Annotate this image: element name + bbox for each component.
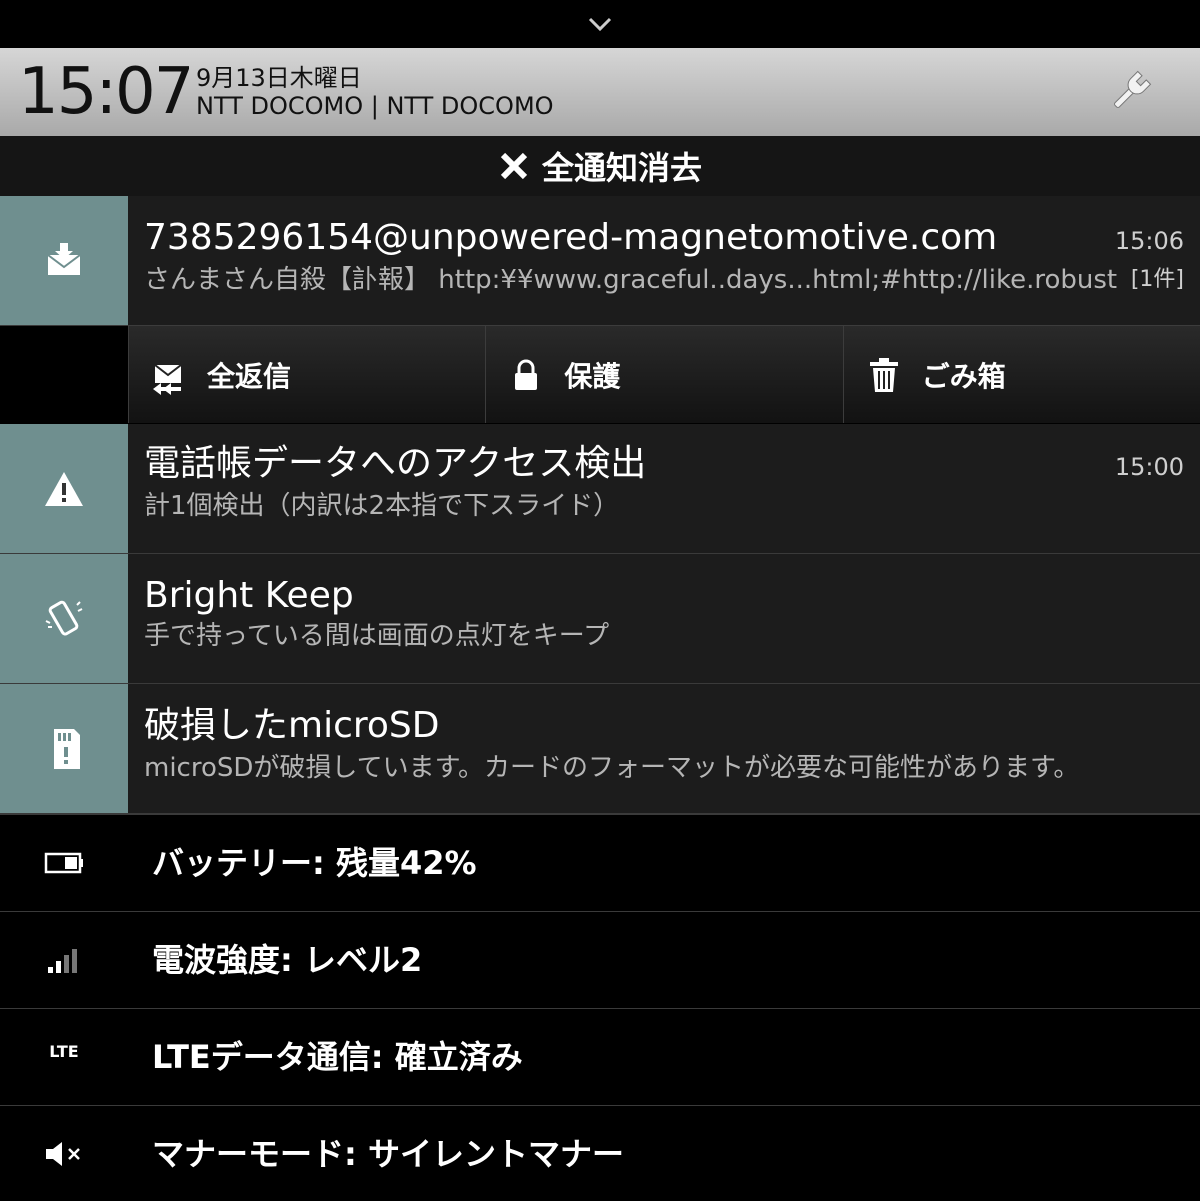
status-icon: LTE (40, 1031, 88, 1071)
notification-title: 破損したmicroSD (144, 705, 440, 746)
notification-icon-box (0, 424, 128, 553)
clear-all-button[interactable]: 全通知消去 (0, 136, 1200, 197)
mail-count: [1件] (1130, 267, 1184, 292)
notification-time: 15:06 (1114, 227, 1184, 255)
protect-label: 保護 (564, 359, 621, 393)
notification-bright-keep[interactable]: Bright Keep 手で持っている間は画面の点灯をキープ (0, 554, 1200, 684)
panel-handle[interactable] (0, 0, 1200, 48)
status-battery[interactable]: バッテリー: 残量42% (0, 814, 1200, 911)
reply-all-icon (153, 363, 182, 395)
battery-icon (44, 852, 83, 874)
notification-mail[interactable]: 7385296154@unpowered-magnetomotive.com 1… (0, 196, 1200, 326)
notification-title: 電話帳データへのアクセス検出 (144, 443, 647, 484)
phone-vibrate-icon (45, 600, 83, 636)
clock: 15:07 (18, 55, 194, 129)
status-header: 15:07 9月13日木曜日 NTT DOCOMO | NTT DOCOMO (0, 48, 1200, 136)
status-icon (40, 940, 88, 980)
status-icon (40, 1134, 88, 1174)
carrier-label: NTT DOCOMO | NTT DOCOMO (196, 92, 554, 120)
wrench-icon[interactable] (1106, 68, 1154, 116)
notification-subtitle: 計1個検出（内訳は2本指で下スライド） (144, 491, 620, 521)
notification-microsd[interactable]: 破損したmicroSD microSDが破損しています。カードのフォーマットが必… (0, 684, 1200, 814)
date-label: 9月13日木曜日 (196, 64, 362, 92)
lock-icon (515, 359, 538, 390)
trash-icon (869, 357, 898, 392)
notification-icon-box (0, 684, 128, 813)
clear-all-label: 全通知消去 (541, 149, 702, 187)
notification-access-detection[interactable]: 電話帳データへのアクセス検出 15:00 計1個検出（内訳は2本指で下スライド） (0, 424, 1200, 554)
status-signal[interactable]: 電波強度: レベル2 (0, 911, 1200, 1008)
notification-subtitle: 手で持っている間は画面の点灯をキープ (144, 621, 610, 651)
notification-time: 15:00 (1114, 453, 1184, 481)
status-icon (40, 843, 88, 883)
status-label: マナーモード: サイレントマナー (152, 1135, 624, 1173)
status-label: LTEデータ通信: 確立済み (152, 1038, 523, 1076)
protect-button[interactable]: 保護 (485, 325, 843, 423)
status-lte[interactable]: LTE LTEデータ通信: 確立済み (0, 1008, 1200, 1105)
mail-icon (47, 242, 81, 275)
mail-actions: 全返信 保護 ごみ箱 (128, 325, 1200, 423)
notification-icon-box (0, 196, 128, 325)
notification-title: 7385296154@unpowered-magnetomotive.com (144, 217, 998, 258)
reply-all-label: 全返信 (207, 359, 292, 393)
status-label: バッテリー: 残量42% (152, 844, 477, 882)
notification-subtitle: さんまさん自殺【訃報】 http:¥¥www.graceful..days...… (144, 265, 1119, 295)
status-label: 電波強度: レベル2 (152, 941, 423, 979)
trash-button[interactable]: ごみ箱 (842, 325, 1200, 423)
trash-label: ごみ箱 (921, 359, 1006, 393)
chevron-down-icon (588, 17, 612, 32)
sd-card-icon (54, 728, 80, 769)
mute-icon (46, 1142, 80, 1166)
reply-all-button[interactable]: 全返信 (128, 325, 486, 423)
close-icon (500, 152, 528, 180)
lte-icon: LTE (49, 1041, 79, 1061)
notification-icon-box (0, 554, 128, 683)
warning-icon (45, 471, 83, 506)
notification-title: Bright Keep (144, 575, 354, 616)
notification-subtitle: microSDが破損しています。カードのフォーマットが必要な可能性があります。 (144, 753, 1080, 783)
status-manner-mode[interactable]: マナーモード: サイレントマナー (0, 1105, 1200, 1201)
signal-icon (48, 949, 77, 973)
